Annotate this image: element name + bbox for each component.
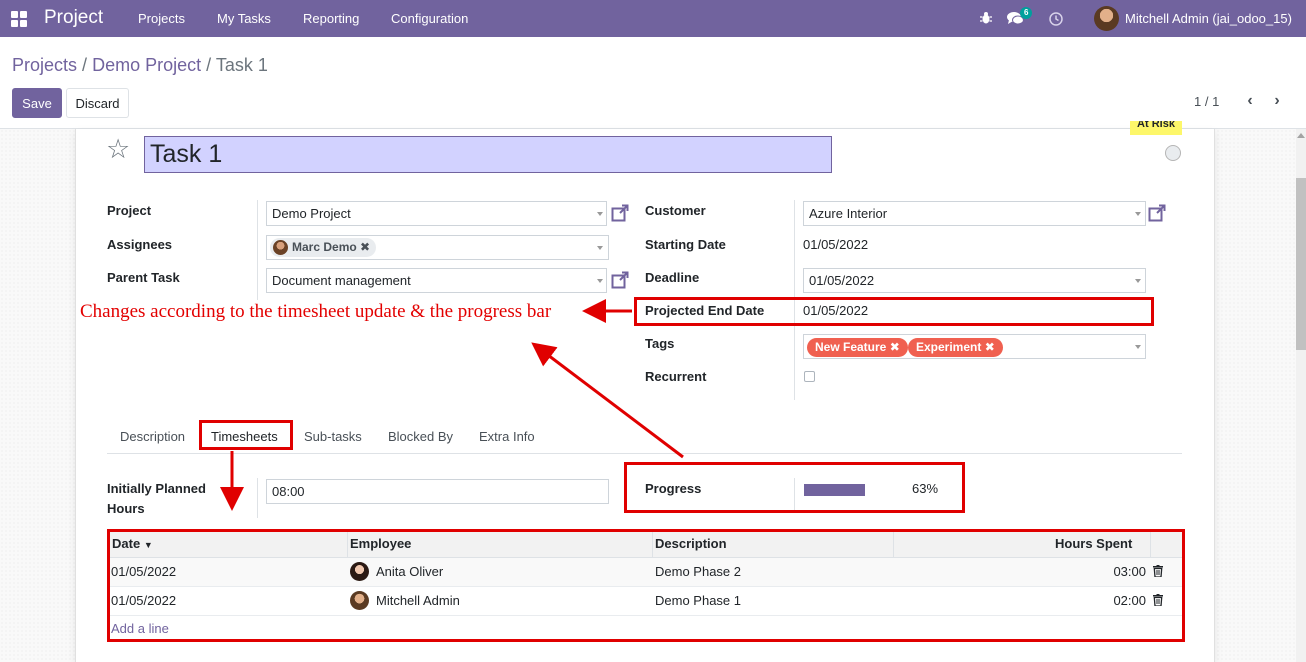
recurrent-checkbox[interactable] — [804, 371, 815, 382]
menu-configuration[interactable]: Configuration — [391, 11, 468, 26]
parent-task-value: Document management — [272, 273, 411, 288]
user-menu[interactable]: Mitchell Admin (jai_odoo_15) — [1125, 11, 1292, 26]
tag-experiment[interactable]: Experiment ✖ — [908, 338, 1003, 357]
remove-tag-icon[interactable]: ✖ — [360, 240, 370, 254]
tag-label: Experiment — [916, 340, 982, 354]
annotation-text: Changes according to the timesheet updat… — [80, 301, 552, 322]
deadline-value: 01/05/2022 — [809, 273, 875, 288]
discard-button[interactable]: Discard — [66, 88, 129, 118]
tabs-divider — [107, 453, 1182, 454]
breadcrumb-separator: / — [82, 55, 88, 75]
recurrent-label: Recurrent — [645, 369, 707, 384]
top-navbar: Project Projects My Tasks Reporting Conf… — [0, 0, 1306, 37]
planned-hours-value: 08:00 — [272, 484, 305, 499]
chevron-left-icon[interactable]: ‹ — [1243, 92, 1257, 110]
dropdown-caret-icon[interactable] — [597, 246, 603, 250]
customer-value: Azure Interior — [809, 206, 888, 221]
menu-projects[interactable]: Projects — [138, 11, 185, 26]
field-divider — [257, 200, 258, 300]
starting-date-value: 01/05/2022 — [803, 237, 869, 252]
scroll-up-arrow-icon[interactable] — [1297, 133, 1305, 138]
parent-task-field[interactable]: Document management — [266, 268, 607, 293]
customer-label: Customer — [645, 203, 706, 218]
annotation-box-timesheets-tab — [199, 420, 293, 450]
assignee-tag[interactable]: Marc Demo ✖ — [270, 238, 377, 257]
dropdown-caret-icon[interactable] — [1135, 279, 1141, 283]
save-button[interactable]: Save — [12, 88, 62, 118]
breadcrumb-current: Task 1 — [215, 55, 268, 75]
tags-label: Tags — [645, 336, 675, 351]
messages-count-badge: 6 — [1020, 7, 1033, 19]
dropdown-caret-icon[interactable] — [1135, 345, 1141, 349]
tab-description[interactable]: Description — [120, 429, 185, 444]
at-risk-label: At Risk — [1130, 121, 1182, 135]
chevron-right-icon[interactable]: › — [1270, 92, 1284, 110]
annotation-box-projected-end-date — [634, 297, 1154, 326]
assignees-label: Assignees — [107, 237, 173, 252]
deadline-field[interactable]: 01/05/2022 — [803, 268, 1146, 293]
control-panel: Projects / Demo Project / Task 1 Save Di… — [0, 37, 1306, 129]
clock-icon[interactable] — [1049, 12, 1063, 26]
user-avatar[interactable] — [1094, 6, 1119, 31]
annotation-box-progress — [624, 462, 965, 513]
dropdown-caret-icon[interactable] — [597, 279, 603, 283]
breadcrumb-separator: / — [206, 55, 212, 75]
dropdown-caret-icon[interactable] — [597, 212, 603, 216]
tag-label: New Feature — [815, 340, 887, 354]
breadcrumb-projects[interactable]: Projects — [12, 55, 77, 75]
tab-extra-info[interactable]: Extra Info — [479, 429, 535, 444]
star-icon[interactable]: ☆ — [106, 136, 130, 163]
menu-reporting[interactable]: Reporting — [303, 11, 359, 26]
task-title-input[interactable] — [144, 136, 832, 173]
project-field[interactable]: Demo Project — [266, 201, 607, 226]
pager-value[interactable]: 1 / 1 — [1194, 94, 1219, 109]
dropdown-caret-icon[interactable] — [1135, 212, 1141, 216]
parent-task-label: Parent Task — [107, 270, 180, 285]
project-value: Demo Project — [272, 206, 351, 221]
annotation-box-timesheet-table — [107, 529, 1185, 642]
breadcrumb-demo-project[interactable]: Demo Project — [92, 55, 201, 75]
deadline-label: Deadline — [645, 270, 700, 285]
app-brand[interactable]: Project — [44, 7, 103, 29]
tab-sub-tasks[interactable]: Sub-tasks — [304, 429, 362, 444]
external-link-icon[interactable] — [1148, 204, 1166, 222]
bug-icon[interactable] — [980, 11, 992, 25]
external-link-icon[interactable] — [611, 204, 629, 222]
assignee-avatar — [273, 240, 288, 255]
assignee-name: Marc Demo — [292, 240, 357, 254]
planned-hours-input[interactable]: 08:00 — [266, 479, 609, 504]
scrollbar-thumb[interactable] — [1296, 178, 1306, 350]
external-link-icon[interactable] — [611, 271, 629, 289]
tab-blocked-by[interactable]: Blocked By — [388, 429, 453, 444]
tag-new-feature[interactable]: New Feature ✖ — [807, 338, 908, 357]
remove-tag-icon[interactable]: ✖ — [981, 340, 995, 354]
remove-tag-icon[interactable]: ✖ — [886, 340, 900, 354]
starting-date-label: Starting Date — [645, 237, 726, 252]
customer-field[interactable]: Azure Interior — [803, 201, 1146, 226]
breadcrumb: Projects / Demo Project / Task 1 — [12, 55, 268, 76]
apps-grid-icon[interactable] — [11, 11, 27, 27]
planned-hours-label-line1: Initially Planned — [107, 481, 206, 496]
field-divider — [257, 478, 258, 518]
planned-hours-label-line2: Hours — [107, 501, 145, 516]
project-label: Project — [107, 203, 152, 218]
menu-my-tasks[interactable]: My Tasks — [217, 11, 271, 26]
kanban-state-icon[interactable] — [1165, 145, 1181, 161]
